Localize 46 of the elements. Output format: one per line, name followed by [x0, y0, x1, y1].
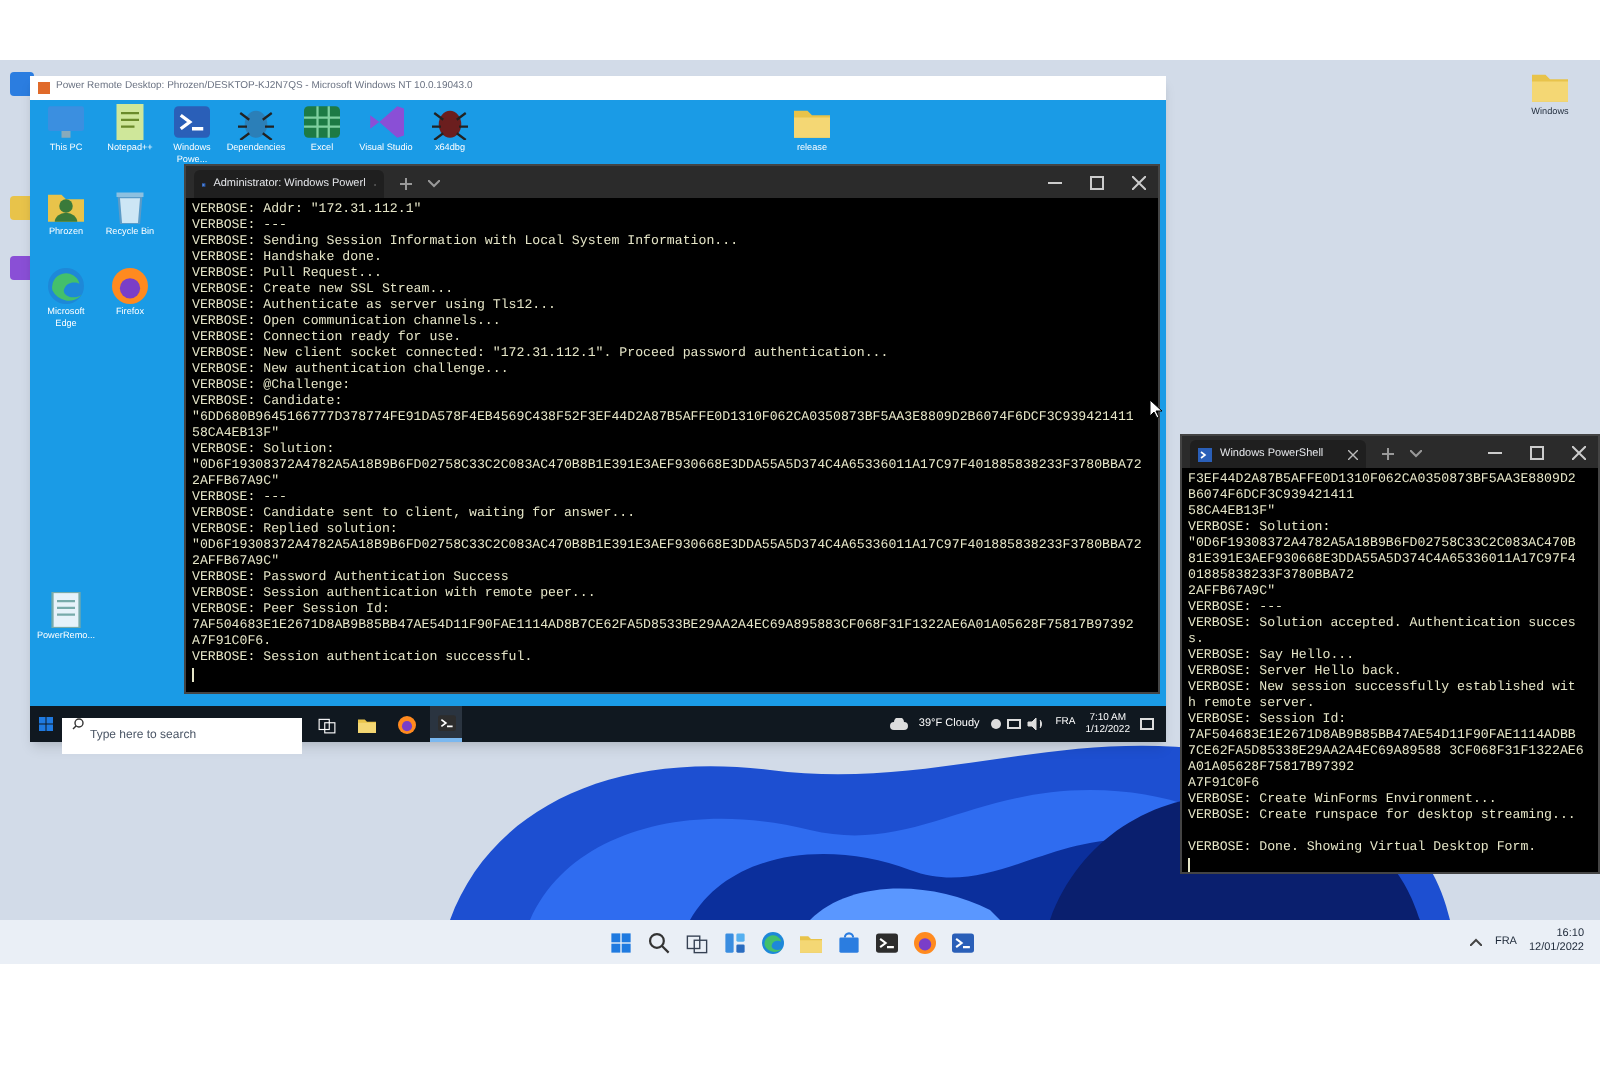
document-icon: [48, 592, 84, 628]
plus-icon[interactable]: [400, 178, 412, 190]
taskbar-app-button[interactable]: [430, 706, 462, 742]
plus-icon[interactable]: [1382, 448, 1394, 460]
app-icon: [38, 82, 50, 94]
chevron-up-icon[interactable]: [1470, 938, 1483, 946]
terminal-icon: [437, 713, 455, 731]
monitor-icon: [48, 104, 84, 140]
taskbar-app-button[interactable]: [949, 928, 977, 956]
folder-icon: [800, 931, 822, 953]
widgets-icon: [724, 931, 746, 953]
terminal-icon: [876, 931, 898, 953]
close-icon[interactable]: [1132, 175, 1146, 189]
cloud-icon: [890, 718, 909, 730]
notepad-icon: [112, 104, 148, 140]
close-icon[interactable]: [1572, 445, 1586, 459]
browser-icon: [112, 268, 148, 304]
taskbar-app-button[interactable]: [645, 928, 673, 956]
browser-icon: [762, 931, 784, 953]
task-view-icon: [317, 715, 335, 733]
close-icon[interactable]: [1348, 449, 1358, 459]
maximize-icon[interactable]: [1090, 175, 1104, 189]
terminal-icon: [174, 104, 210, 140]
loop-icon: [368, 104, 404, 140]
terminal-icon: [952, 931, 974, 953]
text-cursor-icon: [192, 668, 194, 682]
folder-icon: [357, 715, 375, 733]
recycle-bin-icon: [112, 188, 148, 224]
search-icon: [648, 931, 670, 953]
windows-start-icon: [38, 716, 54, 732]
maximize-icon[interactable]: [1530, 445, 1544, 459]
spreadsheet-icon: [304, 104, 340, 140]
task-view-icon: [686, 931, 708, 953]
windows-start-icon: [610, 931, 632, 953]
browser-icon: [48, 268, 84, 304]
notification-icon[interactable]: [1140, 717, 1154, 731]
system-tray-icons-drawing: [989, 718, 1046, 730]
browser-icon: [397, 715, 415, 733]
store-icon: [838, 931, 860, 953]
terminal-icon: [1198, 447, 1212, 461]
search-icon: [72, 718, 84, 730]
browser-icon: [914, 931, 936, 953]
chevron-down-icon[interactable]: [428, 180, 440, 188]
chevron-down-icon[interactable]: [1410, 450, 1422, 458]
text-cursor-icon: [1188, 858, 1190, 872]
taskbar-app-button[interactable]: [873, 928, 901, 956]
